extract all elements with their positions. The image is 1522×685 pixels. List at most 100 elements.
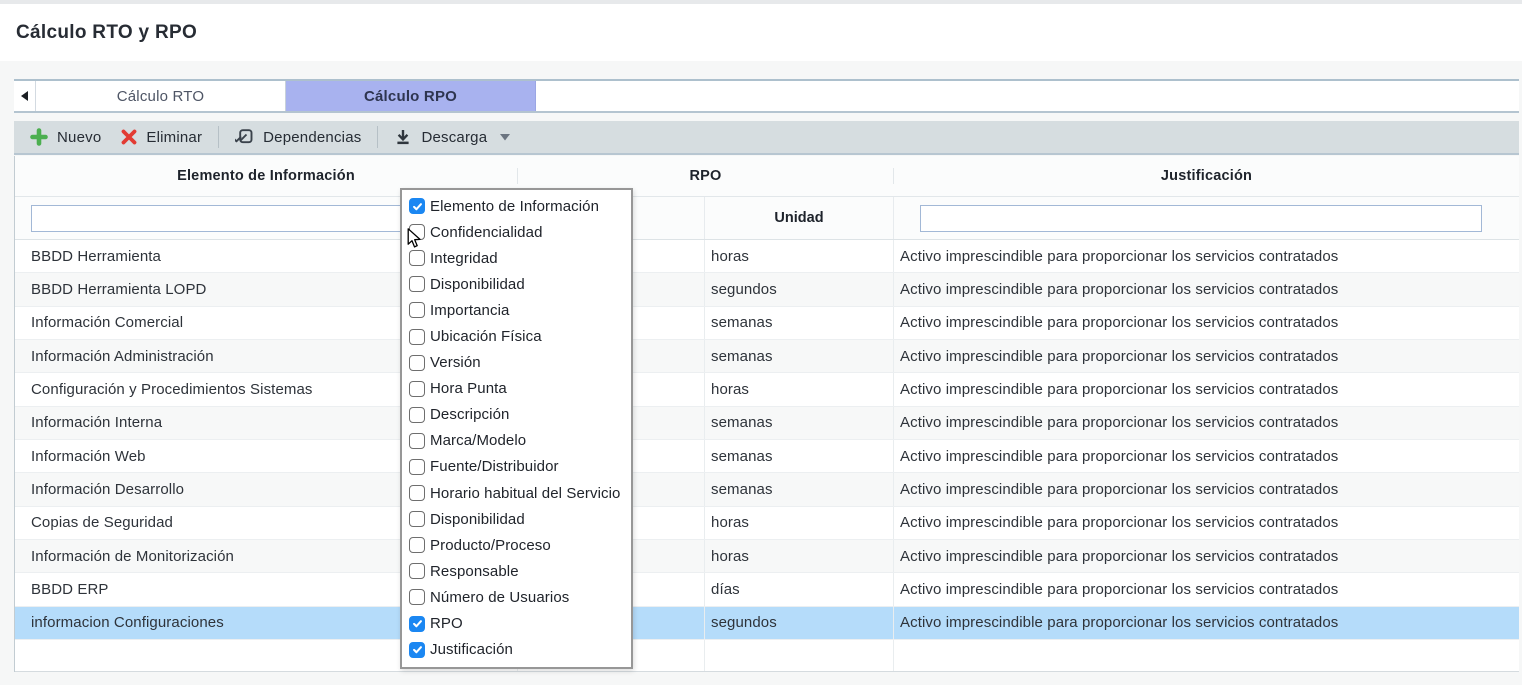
checkbox-unchecked-icon[interactable] xyxy=(409,511,425,527)
table-row[interactable]: Información ComercialsemanasActivo impre… xyxy=(15,307,1519,340)
column-menu-item[interactable]: Fuente/Distribuidor xyxy=(402,454,631,480)
table-row[interactable]: Información InternasemanasActivo impresc… xyxy=(15,407,1519,440)
checkbox-unchecked-icon[interactable] xyxy=(409,433,425,449)
column-menu-item-label: Hora Punta xyxy=(430,380,507,397)
empty-row xyxy=(15,640,1519,672)
column-menu-item-label: Responsable xyxy=(430,563,519,580)
checkbox-unchecked-icon[interactable] xyxy=(409,485,425,501)
checkbox-unchecked-icon[interactable] xyxy=(409,276,425,292)
table-row[interactable]: Información WebsemanasActivo imprescindi… xyxy=(15,440,1519,473)
justificacion-filter-input[interactable] xyxy=(920,205,1482,232)
column-menu-item-label: Horario habitual del Servicio xyxy=(430,485,621,502)
column-menu-item[interactable]: RPO xyxy=(402,611,631,637)
tab-calculo-rpo[interactable]: Cálculo RPO xyxy=(286,81,536,111)
column-menu-item[interactable]: Confidencialidad xyxy=(402,219,631,245)
delete-button-label: Eliminar xyxy=(146,129,202,146)
column-menu-item[interactable]: Disponibilidad xyxy=(402,506,631,532)
column-menu-item[interactable]: Justificación xyxy=(402,637,631,663)
checkbox-unchecked-icon[interactable] xyxy=(409,563,425,579)
checkbox-unchecked-icon[interactable] xyxy=(409,224,425,240)
table-row[interactable]: Información AdministraciónsemanasActivo … xyxy=(15,340,1519,373)
rpo-table: Elemento de Información RPO Justificació… xyxy=(14,156,1519,672)
cell-unidad: semanas xyxy=(705,340,894,372)
column-menu-item[interactable]: Elemento de Información xyxy=(402,193,631,219)
toolbar: Nuevo Eliminar Dependencias Descarga xyxy=(14,121,1519,155)
cell-unidad: horas xyxy=(705,507,894,539)
chevron-down-icon xyxy=(500,134,510,141)
checkbox-unchecked-icon[interactable] xyxy=(409,302,425,318)
column-menu-item-label: Justificación xyxy=(430,641,513,658)
cell-unidad: horas xyxy=(705,540,894,572)
checkbox-unchecked-icon[interactable] xyxy=(409,355,425,371)
column-header-justificacion[interactable]: Justificación xyxy=(894,168,1519,184)
tab-scroll-left-button[interactable] xyxy=(14,81,36,111)
checkbox-unchecked-icon[interactable] xyxy=(409,407,425,423)
cell-justificacion: Activo imprescindible para proporcionar … xyxy=(894,540,1519,572)
delete-button[interactable]: Eliminar xyxy=(121,129,202,146)
column-menu-item[interactable]: Marca/Modelo xyxy=(402,428,631,454)
column-menu-item[interactable]: Descripción xyxy=(402,402,631,428)
subcolumn-header-unidad[interactable]: Unidad xyxy=(705,197,894,239)
cell-justificacion: Activo imprescindible para proporcionar … xyxy=(894,573,1519,605)
table-row[interactable]: BBDD HerramientahorasActivo imprescindib… xyxy=(15,240,1519,273)
table-row[interactable]: Información DesarrollosemanasActivo impr… xyxy=(15,473,1519,506)
column-menu-item[interactable]: Responsable xyxy=(402,558,631,584)
column-menu-item-label: Marca/Modelo xyxy=(430,432,526,449)
cell-unidad: días xyxy=(705,573,894,605)
table-row[interactable]: Configuración y Procedimientos Sistemash… xyxy=(15,373,1519,406)
column-menu-item[interactable]: Importancia xyxy=(402,297,631,323)
checkbox-unchecked-icon[interactable] xyxy=(409,329,425,345)
column-menu-item-label: Importancia xyxy=(430,302,509,319)
column-menu-item-label: Ubicación Física xyxy=(430,328,542,345)
cell-justificacion: Activo imprescindible para proporcionar … xyxy=(894,373,1519,405)
checkbox-checked-icon[interactable] xyxy=(409,616,425,632)
checkbox-unchecked-icon[interactable] xyxy=(409,589,425,605)
column-menu-item[interactable]: Producto/Proceso xyxy=(402,532,631,558)
checkbox-unchecked-icon[interactable] xyxy=(409,537,425,553)
column-header-elemento[interactable]: Elemento de Información xyxy=(15,168,518,184)
column-menu-item[interactable]: Horario habitual del Servicio xyxy=(402,480,631,506)
checkbox-unchecked-icon[interactable] xyxy=(409,250,425,266)
cell-unidad xyxy=(705,640,894,671)
cell-justificacion: Activo imprescindible para proporcionar … xyxy=(894,273,1519,305)
column-header-rpo[interactable]: RPO xyxy=(518,168,894,184)
table-row[interactable]: informacion ConfiguracionessegundosActiv… xyxy=(15,607,1519,640)
column-menu-item[interactable]: Integridad xyxy=(402,245,631,271)
cell-unidad: horas xyxy=(705,373,894,405)
checkbox-checked-icon[interactable] xyxy=(409,198,425,214)
checkbox-unchecked-icon[interactable] xyxy=(409,459,425,475)
table-row[interactable]: Información de MonitorizaciónhorasActivo… xyxy=(15,540,1519,573)
table-body: BBDD HerramientahorasActivo imprescindib… xyxy=(15,240,1519,640)
cell-justificacion: Activo imprescindible para proporcionar … xyxy=(894,340,1519,372)
table-row[interactable]: BBDD ERPdíasActivo imprescindible para p… xyxy=(15,573,1519,606)
tab-calculo-rto[interactable]: Cálculo RTO xyxy=(36,81,286,111)
checkbox-unchecked-icon[interactable] xyxy=(409,381,425,397)
checkbox-checked-icon[interactable] xyxy=(409,642,425,658)
cell-justificacion: Activo imprescindible para proporcionar … xyxy=(894,307,1519,339)
column-menu-item[interactable]: Versión xyxy=(402,350,631,376)
cell-justificacion: Activo imprescindible para proporcionar … xyxy=(894,607,1519,639)
cell-justificacion: Activo imprescindible para proporcionar … xyxy=(894,473,1519,505)
table-row[interactable]: BBDD Herramienta LOPDsegundosActivo impr… xyxy=(15,273,1519,306)
table-row[interactable]: Copias de SeguridadhorasActivo imprescin… xyxy=(15,507,1519,540)
column-menu-item-label: Descripción xyxy=(430,406,509,423)
download-icon xyxy=(394,128,412,146)
new-button[interactable]: Nuevo xyxy=(30,128,101,146)
table-filter-row: Unidad xyxy=(15,197,1519,240)
title-bar: Cálculo RTO y RPO xyxy=(0,4,1522,61)
column-menu-item-label: Número de Usuarios xyxy=(430,589,569,606)
cell-unidad: segundos xyxy=(705,273,894,305)
column-menu-item[interactable]: Disponibilidad xyxy=(402,271,631,297)
dependencies-button[interactable]: Dependencias xyxy=(235,128,361,147)
column-menu-item[interactable]: Número de Usuarios xyxy=(402,584,631,610)
cell-justificacion: Activo imprescindible para proporcionar … xyxy=(894,440,1519,472)
cell-unidad: semanas xyxy=(705,473,894,505)
column-menu-item-label: Elemento de Información xyxy=(430,198,599,215)
column-visibility-menu: Elemento de InformaciónConfidencialidadI… xyxy=(400,188,633,669)
column-menu-item[interactable]: Ubicación Física xyxy=(402,323,631,349)
plus-icon xyxy=(30,128,48,146)
column-menu-item[interactable]: Hora Punta xyxy=(402,376,631,402)
new-button-label: Nuevo xyxy=(57,129,101,146)
dependencies-button-label: Dependencias xyxy=(263,129,361,146)
download-button[interactable]: Descarga xyxy=(394,128,510,146)
